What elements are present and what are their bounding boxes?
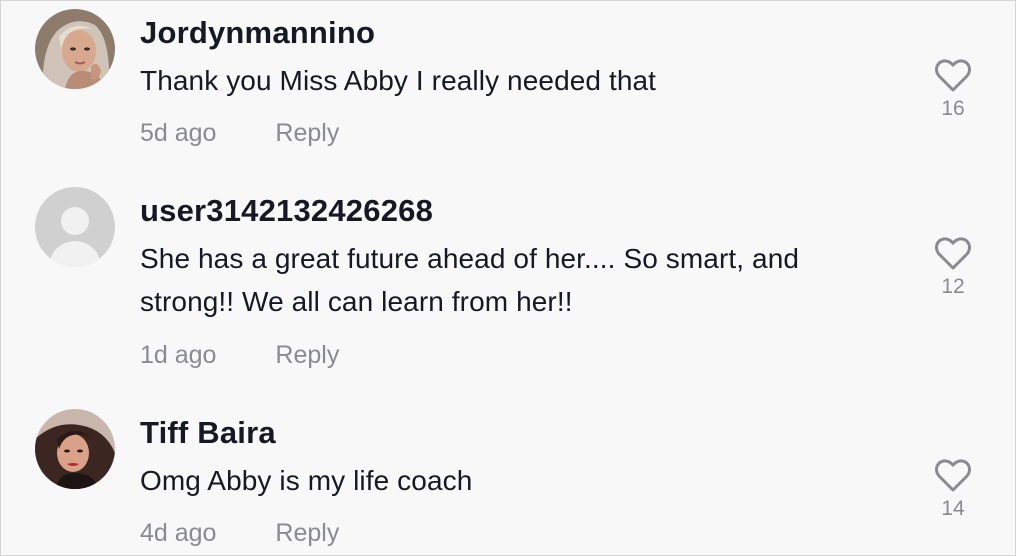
comment-username[interactable]: Tiff Baira <box>140 415 276 451</box>
avatar[interactable] <box>35 9 115 89</box>
like-count: 16 <box>941 97 965 120</box>
reply-button[interactable]: Reply <box>275 519 339 547</box>
like-button[interactable]: 16 <box>929 59 977 121</box>
avatar[interactable] <box>35 187 115 267</box>
comment-text: She has a great future ahead of her.... … <box>140 243 800 317</box>
like-count: 14 <box>941 497 965 520</box>
comment-text: Thank you Miss Abby I really needed that <box>140 65 657 96</box>
comment-timestamp: 1d ago <box>140 341 217 369</box>
heart-outline-icon <box>935 459 971 492</box>
like-button[interactable]: 14 <box>929 459 977 521</box>
default-user-icon <box>35 187 115 267</box>
heart-outline-icon <box>935 237 971 270</box>
reply-button[interactable]: Reply <box>275 341 339 369</box>
avatar-photo <box>35 409 115 489</box>
comment-list: Jordynmannino Thank you Miss Abby I real… <box>0 0 1016 556</box>
reply-button[interactable]: Reply <box>275 119 339 147</box>
comment-item: Tiff Baira Omg Abby is my life coach 4d … <box>1 401 1015 555</box>
comment-item: user3142132426268 She has a great future… <box>1 179 1015 401</box>
comment-meta: 4d ago Reply <box>140 519 339 548</box>
avatar-photo <box>35 9 115 89</box>
heart-outline-icon <box>935 59 971 92</box>
comment-username[interactable]: Jordynmannino <box>140 15 375 51</box>
avatar[interactable] <box>35 409 115 489</box>
comment-timestamp: 4d ago <box>140 519 217 547</box>
comment-meta: 5d ago Reply <box>140 119 339 148</box>
comment-meta: 1d ago Reply <box>140 341 339 370</box>
like-button[interactable]: 12 <box>929 237 977 299</box>
like-count: 12 <box>941 275 965 298</box>
comment-text: Omg Abby is my life coach <box>140 465 473 496</box>
comment-item: Jordynmannino Thank you Miss Abby I real… <box>1 1 1015 179</box>
comment-username[interactable]: user3142132426268 <box>140 193 433 229</box>
comment-timestamp: 5d ago <box>140 119 217 147</box>
